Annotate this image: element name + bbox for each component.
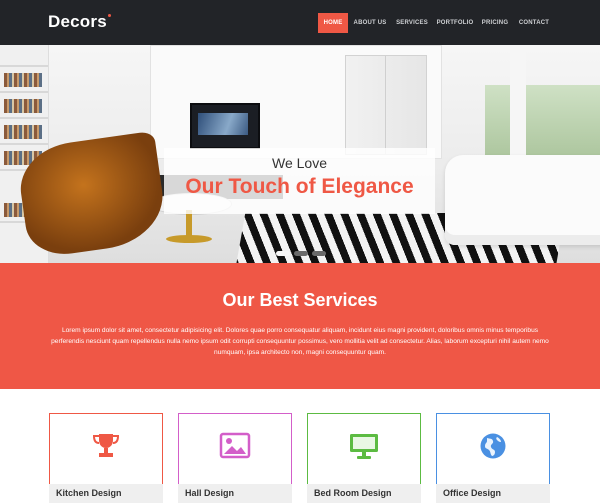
hero-subtitle: We Love [272, 155, 327, 171]
logo-initial: D [48, 12, 61, 31]
tv [190, 103, 260, 149]
slider-dot-3[interactable] [312, 251, 326, 256]
services-section: Our Best Services Lorem ipsum dolor sit … [0, 263, 600, 389]
nav-contact[interactable]: CONTACT [515, 13, 553, 33]
card-kitchen-design[interactable]: Kitchen Design [49, 413, 163, 503]
slider-dot-1[interactable] [276, 251, 290, 256]
card-label: Kitchen Design [56, 488, 122, 498]
card-bed-room-design[interactable]: Bed Room Design [307, 413, 421, 503]
hero-caption: We Love Our Touch of Elegance [164, 148, 435, 214]
site-logo[interactable]: Decors [48, 12, 111, 32]
nav-home[interactable]: HOME [318, 13, 348, 33]
logo-text-accent: ecors [60, 12, 106, 31]
globe-icon [480, 433, 506, 459]
services-description: Lorem ipsum dolor sit amet, consectetur … [51, 327, 549, 356]
card-hall-design[interactable]: Hall Design [178, 413, 292, 503]
card-label: Office Design [443, 488, 502, 498]
hero-title: Our Touch of Elegance [185, 175, 414, 198]
slider-dot-2[interactable] [294, 251, 308, 256]
service-cards: Kitchen Design Hall Design Bed Room Desi… [0, 389, 600, 503]
logo-dot [107, 14, 111, 17]
nav-portfolio[interactable]: PORTFOLIO [435, 13, 475, 33]
trophy-icon [92, 434, 120, 457]
monitor-icon [350, 434, 378, 459]
logo-text: ecors [60, 12, 107, 31]
slider-dots [276, 251, 336, 257]
site-header: Decors HOME ABOUT US SERVICES PORTFOLIO … [0, 0, 600, 45]
card-label: Bed Room Design [314, 488, 392, 498]
hero-slider: We Love Our Touch of Elegance [0, 45, 600, 263]
services-title: Our Best Services [222, 290, 378, 310]
sofa [445, 155, 600, 245]
nav-pricing[interactable]: PRICING [478, 13, 512, 33]
card-label: Hall Design [185, 488, 235, 498]
nav-services[interactable]: SERVICES [394, 13, 430, 33]
nav-about-us[interactable]: ABOUT US [350, 13, 390, 33]
card-office-design[interactable]: Office Design [436, 413, 550, 503]
image-icon [219, 432, 251, 459]
